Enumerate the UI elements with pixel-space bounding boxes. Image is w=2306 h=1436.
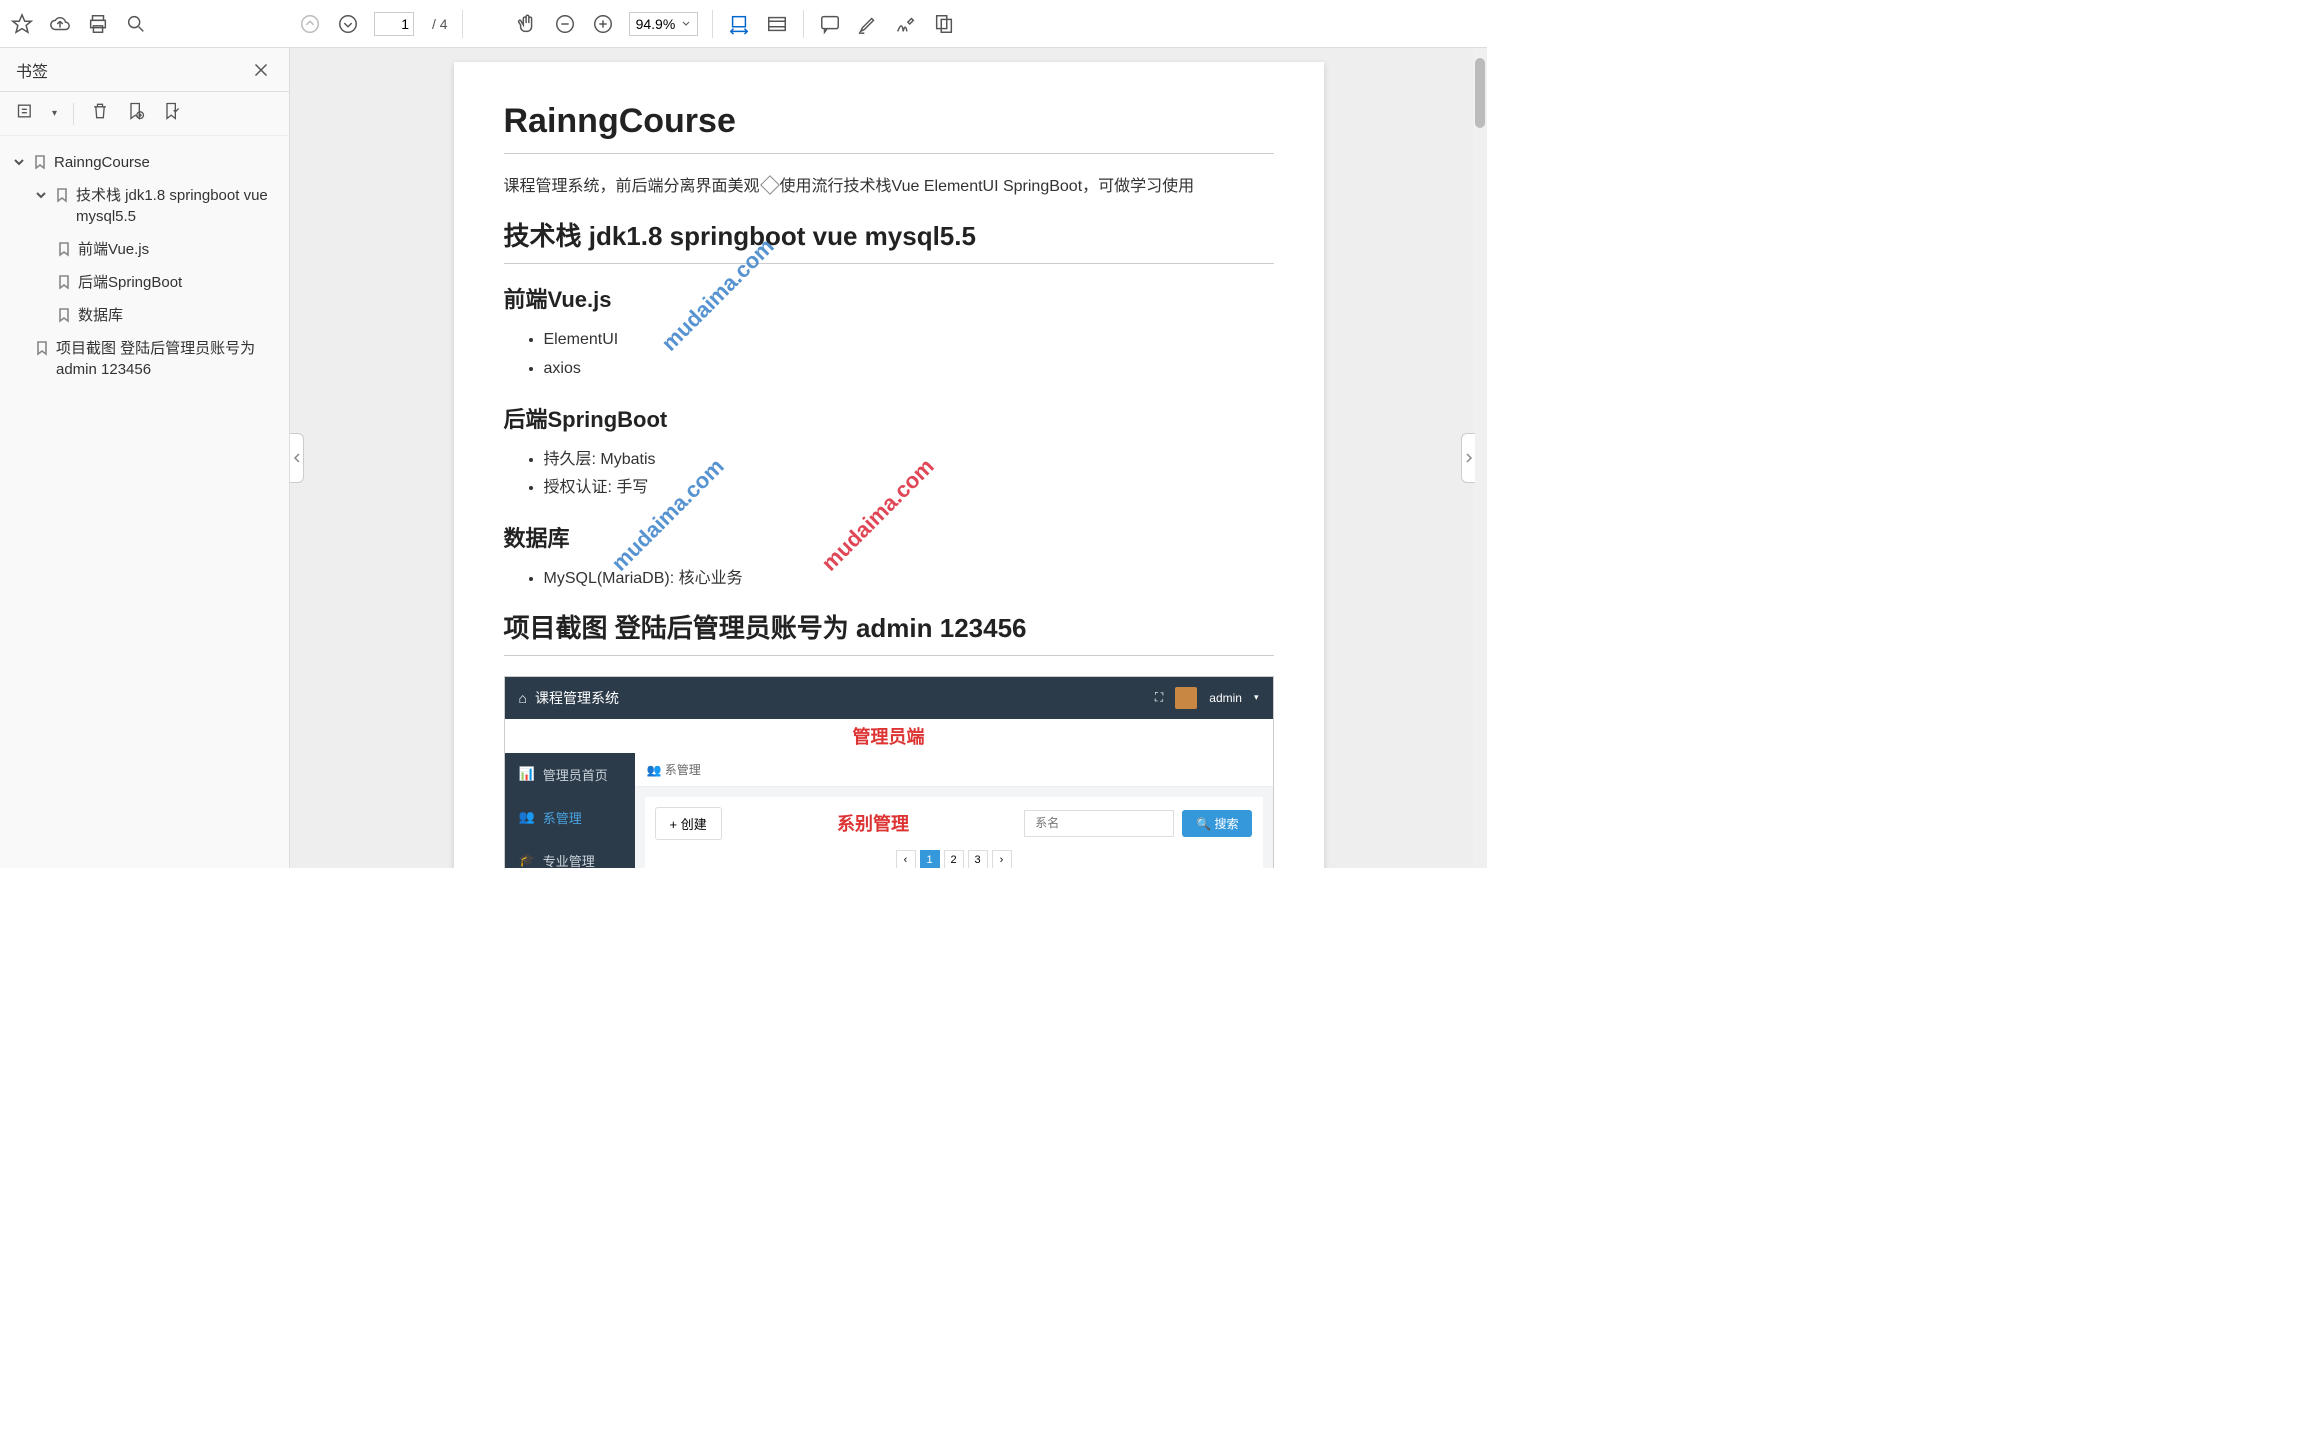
doc-h3-spring: 后端SpringBoot xyxy=(504,402,1274,434)
star-icon[interactable] xyxy=(10,12,34,36)
list-item: ElementUI xyxy=(544,326,1274,355)
fit-width-icon[interactable] xyxy=(727,12,751,36)
doc-h2-tech: 技术栈 jdk1.8 springboot vue mysql5.5 xyxy=(504,216,1274,264)
sidebar: 书签 ▾ RainngCourse 技术栈 jdk1.8 springboot … xyxy=(0,48,290,868)
comment-icon[interactable] xyxy=(818,12,842,36)
document-area[interactable]: RainngCourse 课程管理系统，前后端分离界面美观使用流行技术栈Vue … xyxy=(290,48,1487,868)
tree-node-vue[interactable]: 前端Vue.js xyxy=(52,233,281,266)
tree-node-springboot[interactable]: 后端SpringBoot xyxy=(52,266,281,299)
fullscreen-icon: ⛶ xyxy=(1155,690,1163,705)
close-sidebar-icon[interactable] xyxy=(249,58,273,82)
expand-right-handle[interactable] xyxy=(1461,433,1475,483)
bookmark-ribbon-icon[interactable] xyxy=(162,101,182,126)
print-icon[interactable] xyxy=(86,12,110,36)
zoom-select[interactable]: 94.9% xyxy=(629,12,699,36)
search-button: 🔍 搜索 xyxy=(1182,810,1252,837)
select-tool-icon[interactable] xyxy=(477,12,501,36)
toolbar: / 4 94.9% xyxy=(0,0,1487,48)
breadcrumb: 👥 系管理 xyxy=(635,753,1273,787)
doc-h3-vue: 前端Vue.js xyxy=(504,282,1274,314)
page-up-icon[interactable] xyxy=(298,12,322,36)
collapse-sidebar-handle[interactable] xyxy=(290,433,304,483)
doc-desc: 课程管理系统，前后端分离界面美观使用流行技术栈Vue ElementUI Spr… xyxy=(504,172,1274,196)
page-total: / 4 xyxy=(432,16,448,32)
doc-h3-db: 数据库 xyxy=(504,521,1274,553)
page-down-icon[interactable] xyxy=(336,12,360,36)
zoom-in-icon[interactable] xyxy=(591,12,615,36)
vertical-scrollbar[interactable] xyxy=(1473,48,1487,868)
page-input[interactable] xyxy=(374,12,414,36)
delete-bookmark-icon[interactable] xyxy=(90,101,110,126)
create-button: + 创建 xyxy=(655,807,722,840)
diamond-icon xyxy=(760,175,780,195)
doc-h2-screenshot: 项目截图 登陆后管理员账号为 admin 123456 xyxy=(504,608,1274,656)
add-bookmark-icon[interactable] xyxy=(126,101,146,126)
hand-tool-icon[interactable] xyxy=(515,12,539,36)
highlight-icon[interactable] xyxy=(856,12,880,36)
scrollbar-thumb[interactable] xyxy=(1475,58,1485,128)
list-item: 授权认证: 手写 xyxy=(544,474,1274,503)
zoom-out-icon[interactable] xyxy=(553,12,577,36)
search-icon[interactable] xyxy=(124,12,148,36)
doc-h1: RainngCourse xyxy=(504,102,1274,154)
pagination: ‹ 1 2 3 › xyxy=(655,850,1253,868)
bookmark-tree: RainngCourse 技术栈 jdk1.8 springboot vue m… xyxy=(0,136,289,396)
tree-node-tech[interactable]: 技术栈 jdk1.8 springboot vue mysql5.5 xyxy=(30,179,281,233)
side-item-dept: 👥系管理 xyxy=(505,796,635,839)
home-icon: ⌂ xyxy=(519,690,527,706)
annotation-admin: 管理员端 xyxy=(505,719,1273,753)
cloud-upload-icon[interactable] xyxy=(48,12,72,36)
side-item-home: 📊管理员首页 xyxy=(505,753,635,796)
tree-node-db[interactable]: 数据库 xyxy=(52,299,281,332)
list-item: MySQL(MariaDB): 核心业务 xyxy=(544,565,1274,594)
tree-root[interactable]: RainngCourse xyxy=(8,146,281,179)
more-tools-icon[interactable] xyxy=(932,12,956,36)
pdf-page: RainngCourse 课程管理系统，前后端分离界面美观使用流行技术栈Vue … xyxy=(454,62,1324,868)
search-input xyxy=(1024,810,1174,837)
sidebar-title: 书签 xyxy=(16,58,48,82)
annotation-category: 系别管理 xyxy=(837,810,909,836)
avatar xyxy=(1175,687,1197,709)
sign-icon[interactable] xyxy=(894,12,918,36)
embedded-app-screenshot: ⌂课程管理系统 ⛶ admin▾ 管理员端 📊管理员首页 👥系管理 🎓专业管理 … xyxy=(504,676,1274,868)
side-item-major: 🎓专业管理 xyxy=(505,839,635,868)
tree-node-screenshot[interactable]: 项目截图 登陆后管理员账号为 admin 123456 xyxy=(30,332,281,386)
list-item: axios xyxy=(544,355,1274,384)
list-item: 持久层: Mybatis xyxy=(544,446,1274,475)
outline-options-icon[interactable] xyxy=(16,101,36,126)
reflow-icon[interactable] xyxy=(765,12,789,36)
